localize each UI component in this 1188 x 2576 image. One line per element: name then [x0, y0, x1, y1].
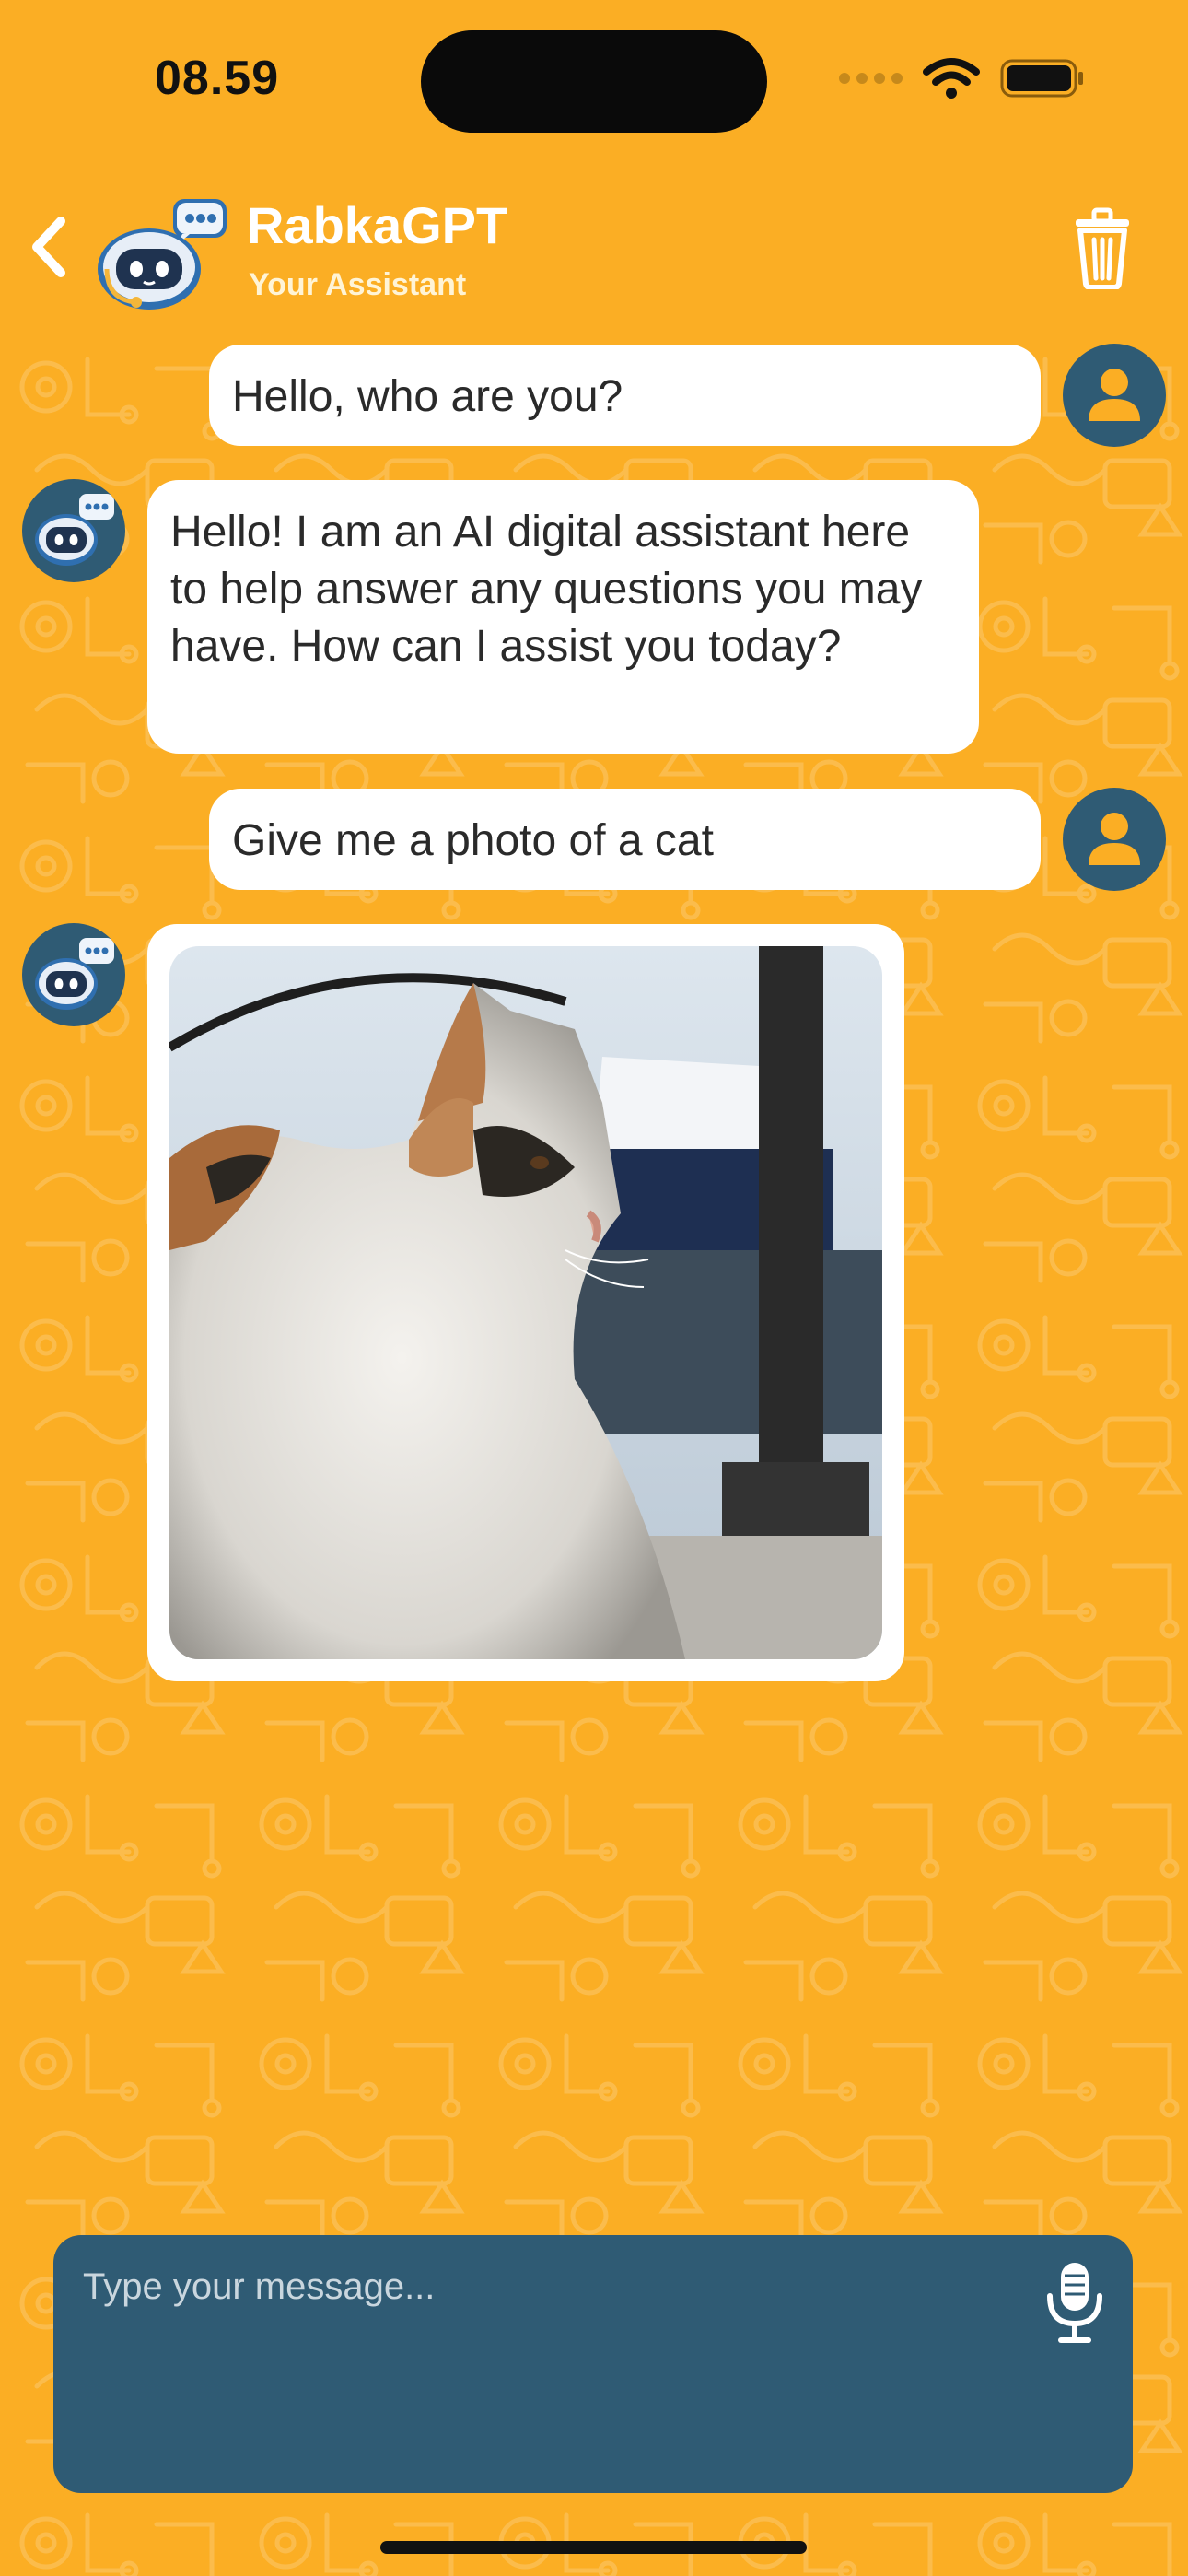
user-icon	[1089, 813, 1140, 865]
bot-image-bubble	[147, 924, 904, 1681]
cat-photo[interactable]	[169, 946, 882, 1659]
cellular-signal-icon	[839, 73, 903, 84]
app-title: RabkaGPT	[247, 196, 508, 254]
microphone-icon[interactable]	[1042, 2259, 1107, 2348]
message-text: Give me a photo of a cat	[232, 816, 714, 865]
message-input[interactable]	[83, 2266, 1004, 2308]
robot-logo-icon	[98, 199, 227, 310]
robot-icon	[35, 938, 114, 1010]
user-message-bubble: Hello, who are you?	[209, 345, 1041, 446]
battery-icon	[1000, 59, 1083, 98]
bot-message-bubble: Hello! I am an AI digital assistant here…	[147, 480, 979, 754]
robot-icon	[35, 494, 114, 566]
bot-avatar	[22, 923, 125, 1026]
message-composer	[53, 2235, 1133, 2493]
dynamic-island	[421, 30, 767, 133]
message-text: Hello! I am an AI digital assistant here…	[170, 508, 923, 671]
user-avatar	[1063, 788, 1166, 891]
status-time: 08.59	[155, 52, 280, 105]
user-message-bubble: Give me a photo of a cat	[209, 789, 1041, 890]
trash-icon[interactable]	[1072, 206, 1133, 289]
cat-image	[169, 946, 882, 1659]
chevron-left-icon[interactable]	[26, 210, 70, 284]
user-icon	[1089, 369, 1140, 421]
bot-avatar	[22, 479, 125, 582]
message-text: Hello, who are you?	[232, 372, 623, 421]
user-avatar	[1063, 344, 1166, 447]
status-icons	[839, 57, 1085, 100]
wifi-icon	[923, 58, 980, 99]
home-indicator[interactable]	[380, 2541, 807, 2554]
app-subtitle: Your Assistant	[249, 267, 467, 302]
